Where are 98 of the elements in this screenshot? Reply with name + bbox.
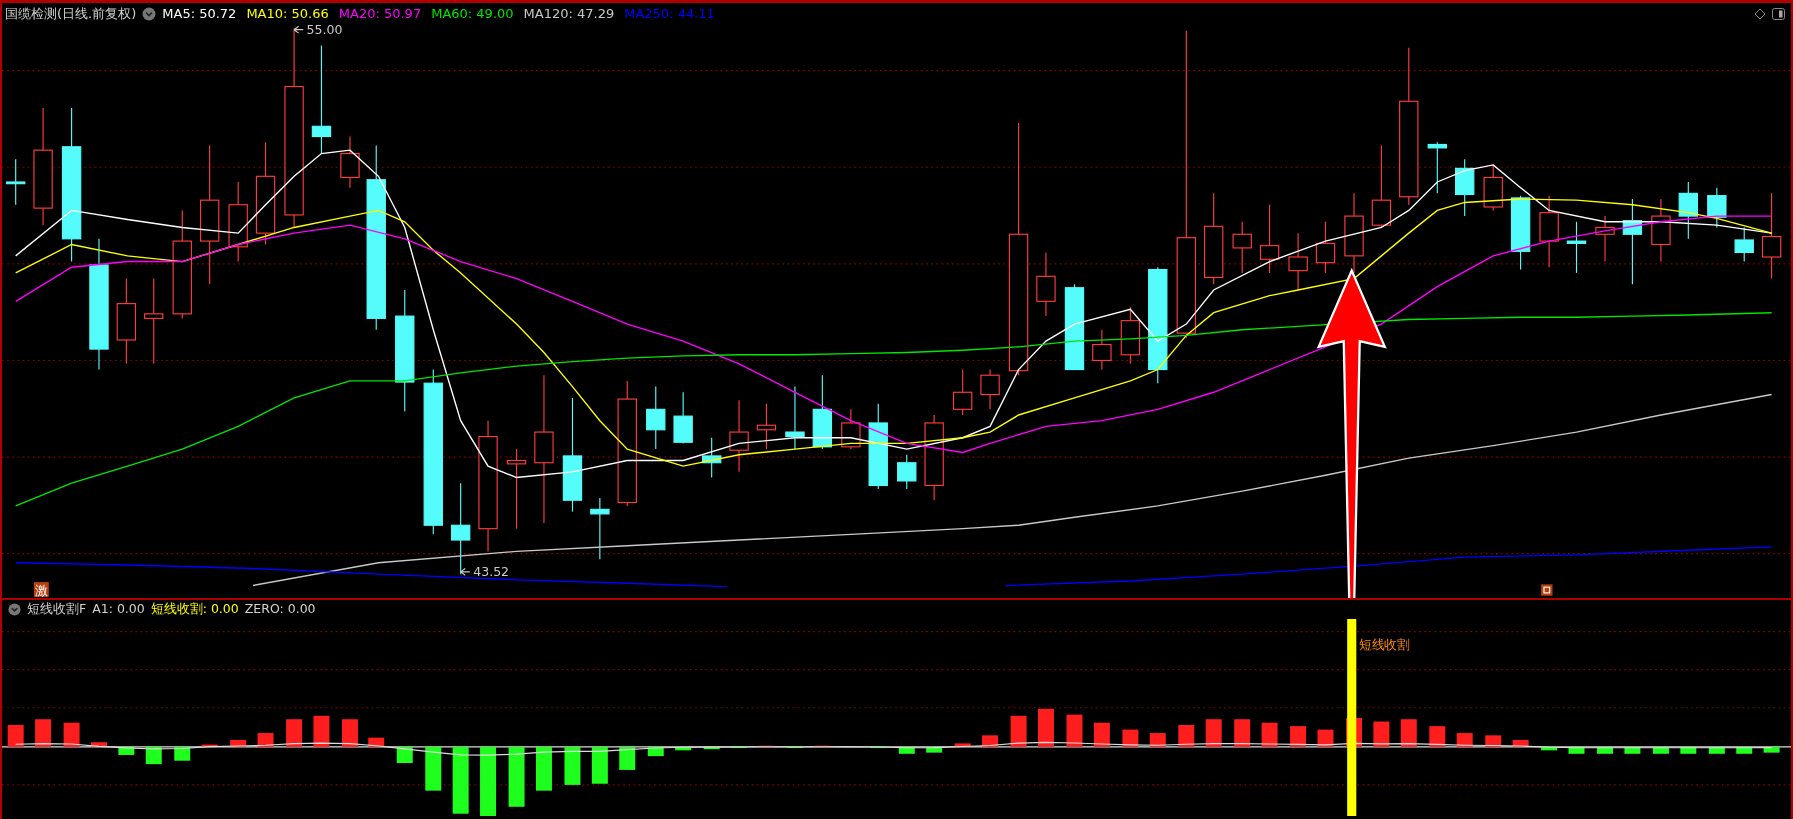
histogram-bar [1373,721,1390,747]
histogram-bar [1317,729,1334,747]
histogram-bar [35,719,52,747]
candlestick [1595,215,1615,263]
histogram-bar [1512,739,1529,747]
histogram-bar [1038,708,1054,747]
moving-average-value: MA10: 50.66 [246,6,329,21]
histogram-bar [1708,746,1725,754]
histogram-bar [926,746,943,753]
histogram-bar [342,719,358,747]
candlestick [1651,198,1671,263]
histogram-bar [535,746,552,791]
moving-average-value: MA120: 47.29 [523,6,615,21]
candlestick [1120,306,1141,365]
candlestick [952,368,973,416]
histogram-bar [703,746,720,750]
histogram-bar [1066,714,1083,747]
signal-badge: 激 [33,582,49,598]
square-marker-icon [1541,584,1553,596]
indicator-value: A1: 0.00 [92,601,145,618]
histogram-bar [1652,746,1669,754]
indicator-value: ZERO: 0.00 [244,601,316,618]
histogram-bar [647,746,664,757]
histogram-bar [1429,726,1446,747]
histogram-bar [1205,719,1222,747]
histogram-bar [452,746,469,814]
histogram-bar [508,746,525,807]
indicator-title: 短线收割F [27,601,87,618]
candlestick [1566,221,1587,274]
chevron-circle-icon[interactable] [142,6,157,21]
histogram-bar [1485,735,1502,747]
candlestick [1036,251,1056,317]
candlestick [646,386,666,450]
candlestick [1232,221,1252,274]
candlestick [756,403,777,450]
candlestick [1734,226,1754,263]
candlestick [1707,187,1727,229]
histogram-bar [1122,729,1139,747]
chart-title: 国缆检测(日线.前复权) [5,4,137,23]
diamond-icon[interactable] [1754,7,1766,20]
candlestick [1092,329,1112,371]
price-label: 55.00 [293,24,343,38]
histogram-bar [230,739,247,747]
price-label: 43.52 [460,564,510,580]
histogram-bar [1568,746,1585,754]
histogram-bar [564,746,581,785]
histogram-bar [91,742,107,747]
histogram-bar [63,722,80,747]
signal-label: 短线收割 [1358,636,1411,652]
candlestick [1288,232,1308,291]
histogram-bar [201,744,218,747]
candlestick [1427,141,1447,194]
histogram-bar [7,725,24,747]
moving-average-value: MA5: 50.72 [162,6,237,21]
moving-average-value: MA20: 50.97 [338,6,422,21]
histogram-bar [1541,746,1558,751]
candlestick [1678,181,1698,240]
histogram-bar [1763,746,1780,753]
histogram-bar [1597,746,1613,754]
candlestick [785,386,805,450]
histogram-bar [368,737,385,747]
histogram-bar [954,743,971,747]
candlestick [1483,164,1503,211]
histogram-bar [675,746,692,751]
histogram-bar [313,715,330,747]
candlestick [340,135,360,189]
histogram-bar [1178,725,1195,747]
candlestick [1259,204,1280,274]
histogram-bar [1261,722,1278,747]
histogram-bar [1680,746,1697,754]
candlestick [673,391,693,444]
chevron-circle-icon[interactable] [8,603,21,616]
histogram-bar [1736,746,1753,754]
candlestick [590,497,610,560]
panel-toggle-icon[interactable] [1772,7,1785,20]
candlestick [701,437,722,479]
histogram-bar [1400,719,1417,747]
candlestick [980,368,1000,410]
histogram-bar [286,719,303,747]
moving-average-value: MA60: 49.00 [431,6,514,21]
candlestick [1455,158,1475,217]
histogram-bar [118,746,135,755]
histogram-bar [1010,715,1027,747]
candlestick [897,454,917,490]
histogram-bar [1290,726,1307,747]
histogram-bar [1624,746,1641,754]
histogram-bar [1093,722,1110,747]
histogram-bar [591,746,608,784]
candlestick [1315,221,1336,274]
histogram-bar [898,746,915,754]
histogram-bar [480,746,497,816]
histogram-bar [1234,719,1251,747]
moving-average-value: MA250: 44.11 [624,6,715,21]
indicator-value: 短线收割: 0.00 [150,601,239,618]
candlestick [6,158,26,206]
histogram-bar [425,746,442,791]
histogram-bar [982,735,999,747]
candlestick [841,408,861,450]
